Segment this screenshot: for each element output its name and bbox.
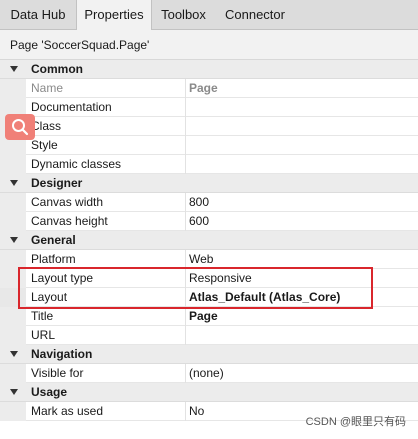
property-row-canvas-width[interactable]: Canvas width 800	[0, 193, 418, 212]
property-name: Visible for	[31, 366, 84, 380]
chevron-down-icon[interactable]	[10, 389, 18, 395]
property-value[interactable]: 800	[189, 193, 209, 212]
category-label: Designer	[31, 176, 83, 190]
property-row-dynamic-classes[interactable]: Dynamic classes	[0, 155, 418, 174]
panel-title: Page 'SoccerSquad.Page'	[0, 30, 418, 60]
property-value[interactable]: No	[189, 402, 204, 421]
category-usage[interactable]: Usage	[0, 383, 418, 402]
property-value[interactable]: Page	[189, 307, 218, 326]
property-name: Platform	[31, 252, 76, 266]
property-name: Layout type	[31, 271, 94, 285]
property-name: Documentation	[31, 100, 112, 114]
property-row-class[interactable]: Class	[0, 117, 418, 136]
property-name: Mark as used	[31, 404, 104, 418]
property-name: Canvas width	[31, 195, 104, 209]
category-designer[interactable]: Designer	[0, 174, 418, 193]
category-label: Usage	[31, 385, 68, 399]
chevron-down-icon[interactable]	[10, 237, 18, 243]
property-name: Name	[31, 81, 64, 95]
property-name: Canvas height	[31, 214, 108, 228]
category-label: Common	[31, 62, 83, 76]
property-row-canvas-height[interactable]: Canvas height 600	[0, 212, 418, 231]
category-common[interactable]: Common	[0, 60, 418, 79]
category-label: Navigation	[31, 347, 93, 361]
property-value[interactable]: 600	[189, 212, 209, 231]
category-label: General	[31, 233, 76, 247]
category-general[interactable]: General	[0, 231, 418, 250]
tab-data-hub[interactable]: Data Hub	[0, 0, 76, 30]
chevron-down-icon[interactable]	[10, 66, 18, 72]
property-value[interactable]: (none)	[189, 364, 224, 383]
watermark: CSDN @眼里只有码	[305, 416, 406, 428]
tab-properties[interactable]: Properties	[76, 0, 152, 31]
search-icon	[12, 119, 29, 136]
property-row-documentation[interactable]: Documentation	[0, 98, 418, 117]
property-name: Class	[31, 119, 62, 133]
tab-connector[interactable]: Connector	[215, 0, 295, 30]
property-row-url[interactable]: URL	[0, 326, 418, 345]
property-name: Style	[31, 138, 58, 152]
search-button[interactable]	[5, 114, 35, 140]
property-value[interactable]: Responsive	[189, 269, 252, 288]
property-row-layout[interactable]: Layout Atlas_Default (Atlas_Core)	[0, 288, 418, 307]
tab-toolbox[interactable]: Toolbox	[152, 0, 215, 30]
chevron-down-icon[interactable]	[10, 180, 18, 186]
chevron-down-icon[interactable]	[10, 351, 18, 357]
property-value[interactable]: Atlas_Default (Atlas_Core)	[189, 288, 340, 307]
property-row-platform[interactable]: Platform Web	[0, 250, 418, 269]
property-name: Dynamic classes	[31, 157, 122, 171]
property-row-name[interactable]: Name Page	[0, 79, 418, 98]
property-row-visible-for[interactable]: Visible for (none)	[0, 364, 418, 383]
category-navigation[interactable]: Navigation	[0, 345, 418, 364]
tab-bar: Data Hub Properties Toolbox Connector	[0, 0, 418, 31]
property-row-layout-type[interactable]: Layout type Responsive	[0, 269, 418, 288]
property-value[interactable]: Page	[189, 79, 218, 98]
property-name: Layout	[31, 290, 68, 304]
property-row-style[interactable]: Style	[0, 136, 418, 155]
property-value[interactable]: Web	[189, 250, 213, 269]
property-name: Title	[31, 309, 54, 323]
property-name: URL	[31, 328, 56, 342]
property-row-title[interactable]: Title Page	[0, 307, 418, 326]
